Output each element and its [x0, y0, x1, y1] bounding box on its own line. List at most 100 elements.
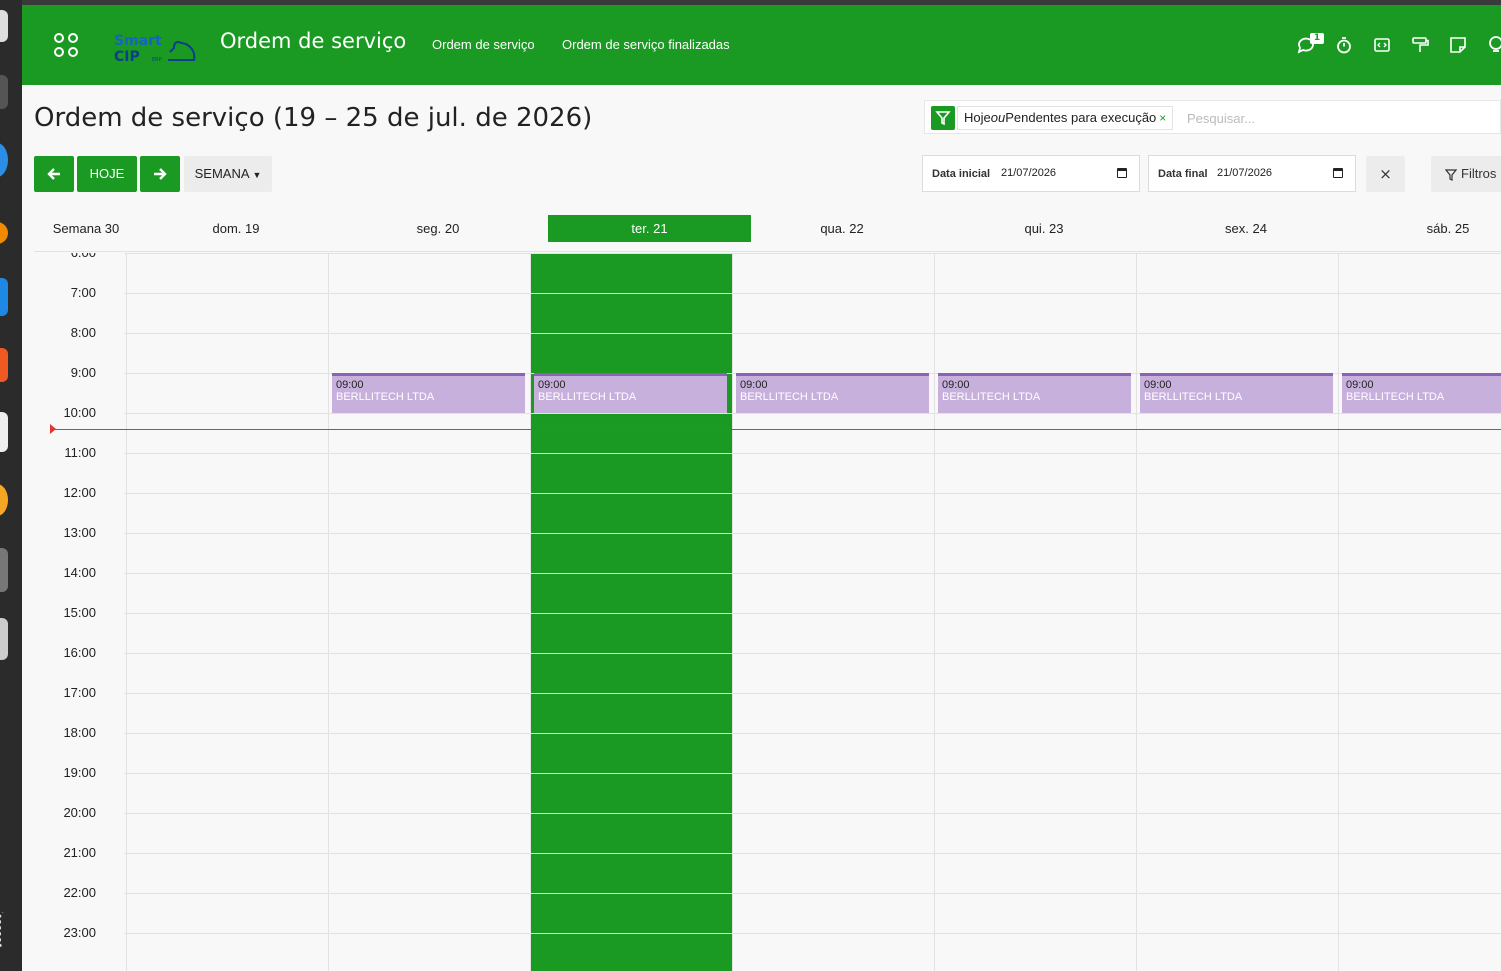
event-time: 09:00: [1144, 379, 1172, 391]
dock-app-icon[interactable]: [0, 484, 8, 516]
week-calendar: Semana 30 dom. 19 seg. 20 ter. 21 qua. 22 qu…: [34, 215, 1501, 971]
hour-label: 18:00: [63, 725, 96, 740]
filters-button-label: Filtros: [1461, 166, 1497, 181]
start-date-value[interactable]: 21/07/2026: [1001, 167, 1056, 179]
dock-app-icon[interactable]: [0, 10, 8, 42]
hour-gridline: [124, 293, 1501, 294]
dock-app-icon[interactable]: [0, 412, 8, 452]
code-icon[interactable]: [1372, 35, 1392, 55]
today-column-highlight: [531, 253, 733, 971]
day-header-1[interactable]: seg. 20: [337, 215, 539, 242]
hour-label: 10:00: [63, 405, 96, 420]
dock-app-icon[interactable]: [0, 222, 8, 244]
svg-text:Smart: Smart: [114, 33, 162, 49]
dock-app-icon[interactable]: [0, 548, 8, 592]
hour-gridline: [124, 893, 1501, 894]
hour-gridline: [124, 773, 1501, 774]
calendar-icon[interactable]: [1333, 168, 1343, 178]
hour-gridline: [124, 413, 1501, 414]
clear-dates-button[interactable]: ×: [1366, 156, 1405, 192]
dock-app-icon[interactable]: [0, 618, 8, 660]
end-date-value[interactable]: 21/07/2026: [1217, 167, 1272, 179]
filter-value-pendentes: Pendentes para execução: [1005, 110, 1157, 125]
filters-button[interactable]: Filtros: [1431, 156, 1501, 192]
hour-label: 9:00: [70, 365, 96, 380]
search-filter-bar: HojeouPendentes para execução ×: [924, 100, 1501, 134]
start-date-field[interactable]: Data inicial 21/07/2026: [922, 155, 1140, 192]
column-divider: [328, 253, 329, 971]
dock-apps-grid-icon[interactable]: [0, 912, 20, 948]
view-selector-dropdown[interactable]: SEMANA ▼: [184, 156, 272, 192]
dock-app-icon[interactable]: [0, 143, 8, 177]
apps-menu-icon[interactable]: [54, 33, 80, 59]
event-title: BERLLITECH LTDA: [1144, 391, 1243, 403]
bulb-icon[interactable]: [1486, 35, 1501, 55]
event-time: 09:00: [336, 379, 364, 391]
hour-gridline: [124, 453, 1501, 454]
calendar-event[interactable]: 09:00 BERLLITECH LTDA: [332, 373, 525, 413]
column-divider: [1338, 253, 1339, 971]
prev-week-button[interactable]: [34, 156, 74, 192]
event-time: 09:00: [740, 379, 768, 391]
funnel-icon: [1445, 169, 1457, 181]
arrow-left-icon: [47, 168, 60, 180]
column-divider: [530, 253, 531, 971]
hour-gridline: [124, 533, 1501, 534]
remove-filter-icon[interactable]: ×: [1159, 111, 1166, 125]
hour-label: 14:00: [63, 565, 96, 580]
note-icon[interactable]: [1448, 35, 1468, 55]
app-title: Ordem de serviço: [220, 29, 407, 53]
hour-label: 19:00: [63, 765, 96, 780]
stopwatch-icon[interactable]: [1334, 35, 1354, 55]
dock-app-icon[interactable]: [0, 75, 8, 109]
chat-badge: 1: [1310, 33, 1324, 44]
hour-gridline: [124, 733, 1501, 734]
event-title: BERLLITECH LTDA: [1346, 391, 1445, 403]
hour-gridline: [124, 333, 1501, 334]
dock-app-icon[interactable]: [0, 278, 8, 316]
nav-link-finalizadas[interactable]: Ordem de serviço finalizadas: [562, 37, 730, 52]
hour-label: 16:00: [63, 645, 96, 660]
calendar-event[interactable]: 09:00 BERLLITECH LTDA: [938, 373, 1131, 413]
os-dock: [0, 0, 22, 971]
hour-gridline: [124, 853, 1501, 854]
event-title: BERLLITECH LTDA: [336, 391, 435, 403]
caret-down-icon: ▼: [252, 170, 262, 180]
day-header-3[interactable]: qua. 22: [741, 215, 943, 242]
dock-app-icon[interactable]: [0, 348, 8, 382]
nav-link-ordem-servico[interactable]: Ordem de serviço: [432, 37, 535, 52]
calendar-event[interactable]: 09:00 BERLLITECH LTDA: [736, 373, 929, 413]
calendar-event[interactable]: 09:00 BERLLITECH LTDA: [1140, 373, 1333, 413]
column-divider: [1136, 253, 1137, 971]
paint-roller-icon[interactable]: [1410, 35, 1430, 55]
hour-gridline: [124, 813, 1501, 814]
today-button[interactable]: HOJE: [77, 156, 137, 192]
day-header-2[interactable]: ter. 21: [548, 215, 751, 242]
arrow-right-icon: [154, 168, 167, 180]
next-week-button[interactable]: [140, 156, 180, 192]
top-navbar: Smart CIP ERP Ordem de serviço Ordem de …: [22, 5, 1501, 85]
hour-gridline: [124, 653, 1501, 654]
filter-funnel-icon[interactable]: [931, 106, 955, 130]
hour-label: 13:00: [63, 525, 96, 540]
hour-label: 12:00: [63, 485, 96, 500]
hour-gridline: [124, 613, 1501, 614]
calendar-icon[interactable]: [1117, 168, 1127, 178]
column-divider: [732, 253, 733, 971]
hour-label: 15:00: [63, 605, 96, 620]
column-divider: [126, 253, 127, 971]
hour-label: 8:00: [70, 325, 96, 340]
end-date-field[interactable]: Data final 21/07/2026: [1148, 155, 1356, 192]
filter-value-hoje: Hoje: [964, 110, 991, 125]
search-input[interactable]: [1187, 107, 1487, 129]
calendar-event[interactable]: 09:00 BERLLITECH LTDA: [534, 373, 727, 413]
hour-label: 7:00: [70, 285, 96, 300]
hour-gridline: [124, 933, 1501, 934]
day-header-5[interactable]: sex. 24: [1145, 215, 1347, 242]
day-header-0[interactable]: dom. 19: [135, 215, 337, 242]
day-header-4[interactable]: qui. 23: [943, 215, 1145, 242]
day-header-6[interactable]: sáb. 25: [1347, 215, 1501, 242]
start-date-label: Data inicial: [932, 168, 991, 180]
hour-gridline: [124, 693, 1501, 694]
calendar-event[interactable]: 09:00 BERLLITECH LTDA: [1342, 373, 1501, 413]
